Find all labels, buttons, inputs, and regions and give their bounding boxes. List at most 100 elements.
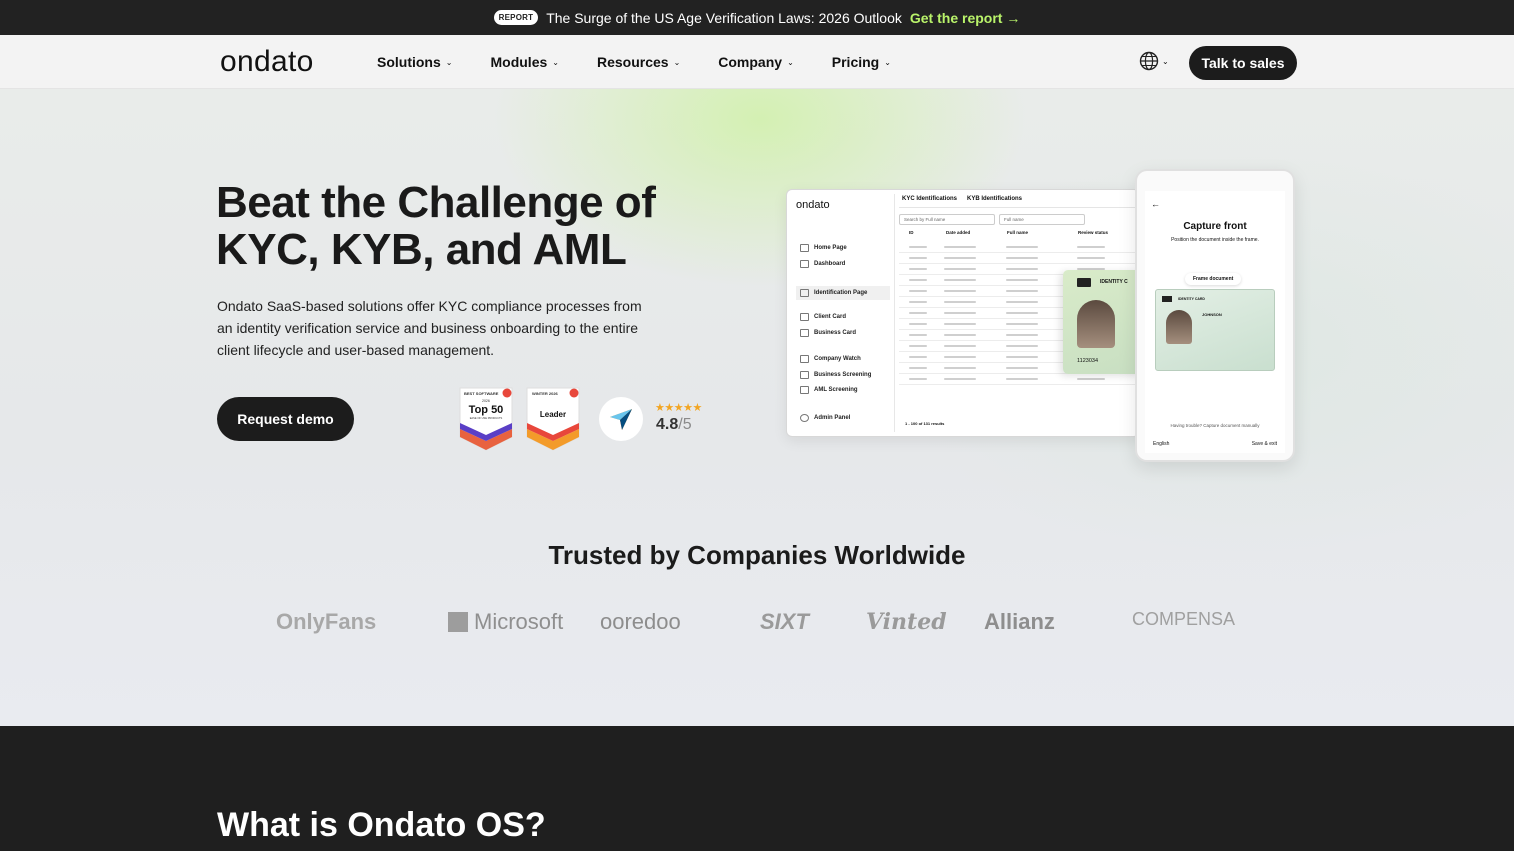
nav-item-modules[interactable]: Modules ⌄ [490, 54, 558, 70]
table-cell-placeholder [909, 257, 927, 259]
table-cell-placeholder [909, 345, 927, 347]
report-pill: REPORT [493, 10, 539, 25]
back-arrow-icon: ← [1151, 199, 1160, 209]
g2-leader-badge: WINTER 2026 Leader [526, 387, 580, 451]
request-demo-button[interactable]: Request demo [217, 397, 354, 441]
card-icon [800, 313, 809, 321]
nav-item-solutions[interactable]: Solutions ⌄ [377, 54, 452, 70]
dashboard-filters: Search by Full name Full name [899, 214, 1135, 225]
home-icon [800, 244, 809, 252]
hero-description: Ondato SaaS-based solutions offer KYC co… [217, 298, 642, 358]
announcement-text: The Surge of the US Age Verification Law… [546, 9, 902, 26]
dashboard-logo: ondato [796, 199, 830, 211]
chevron-down-icon: ⌄ [445, 57, 453, 67]
rating-logo [599, 397, 643, 441]
dashboard-tab: KYB Identifications [967, 196, 1023, 202]
logo-text: Microsoft [474, 609, 564, 634]
language-switch: English [1153, 441, 1170, 447]
table-cell-placeholder [909, 356, 927, 358]
chevron-down-icon: ⌄ [673, 57, 681, 67]
sidebar-item-label: Identification Page [814, 290, 868, 296]
table-cell-placeholder [944, 279, 976, 281]
table-row-divider [899, 252, 1135, 253]
nav-item-label: Resources [596, 54, 669, 70]
language-selector[interactable]: ⌄ [1139, 51, 1169, 71]
nav-item-resources[interactable]: Resources ⌄ [597, 54, 680, 70]
badge-caption: BEST SOFTWARE [464, 391, 499, 396]
microsoft-logo: Microsoft [448, 609, 563, 635]
table-cell-placeholder [1006, 268, 1038, 270]
badge-title: Leader [540, 410, 566, 419]
nav-item-pricing[interactable]: Pricing ⌄ [832, 54, 891, 70]
card-label: IDENTITY C [1100, 279, 1128, 285]
dashboard-columns: ID Date added Full name Review status [899, 230, 1135, 235]
table-cell-placeholder [909, 268, 927, 270]
sidebar-item-label: Home Page [814, 245, 847, 251]
table-cell-placeholder [909, 301, 927, 303]
dashboard-mockup: ondato Home Page Dashboard Identificatio… [786, 189, 1140, 437]
sidebar-item: Business Screening [800, 371, 871, 379]
capture-subtitle: Position the document inside the frame. [1171, 237, 1259, 243]
card-label: IDENTITY CARD [1178, 297, 1205, 301]
sidebar-item-label: Business Card [814, 330, 857, 336]
table-cell-placeholder [909, 378, 927, 380]
dashboard-icon [800, 260, 809, 268]
portrait-photo [1077, 300, 1115, 348]
table-cell-placeholder [1077, 378, 1105, 380]
column-header: ID [909, 230, 914, 235]
hero-section: Beat the Challenge of KYC, KYB, and AML … [0, 89, 1514, 726]
nav-item-label: Modules [490, 54, 548, 70]
hero-title: Beat the Challenge of KYC, KYB, and AML [216, 178, 656, 274]
announcement-bar: REPORT The Surge of the US Age Verificat… [0, 0, 1514, 35]
trusted-title: Trusted by Companies Worldwide [548, 540, 966, 570]
dashboard-footer: 1 - 100 of 131 results [905, 421, 945, 426]
client-logos: OnlyFans Microsoft ooredoo SIXT Vinted A… [0, 603, 1514, 639]
nav-item-label: Company [718, 54, 783, 70]
table-cell-placeholder [944, 246, 976, 248]
save-exit: Save & exit [1251, 441, 1277, 447]
sidebar-item-label: AML Screening [814, 387, 858, 393]
table-row-divider [899, 263, 1135, 264]
get-report-link[interactable]: Get the report → [910, 10, 1020, 26]
table-cell-placeholder [909, 367, 927, 369]
chevron-down-icon: ⌄ [884, 57, 891, 67]
table-cell-placeholder [1006, 345, 1038, 347]
rating-stars: ★★★★★ [655, 402, 702, 414]
table-cell-placeholder [909, 334, 927, 336]
sidebar-item: AML Screening [800, 386, 858, 394]
sidebar-item-label: Company Watch [814, 356, 861, 362]
card-icon [800, 329, 809, 337]
allianz-logo: Allianz [984, 609, 1055, 634]
screening-icon [800, 371, 809, 379]
table-cell-placeholder [944, 334, 976, 336]
table-cell-placeholder [944, 268, 976, 270]
sidebar-item-label: Admin Panel [814, 415, 851, 421]
table-row-divider [899, 384, 1135, 385]
talk-to-sales-button[interactable]: Talk to sales [1189, 46, 1297, 80]
table-cell-placeholder [1006, 257, 1038, 259]
table-cell-placeholder [909, 290, 927, 292]
main-nav: ondato Solutions ⌄ Modules ⌄ Resources ⌄ Co… [0, 35, 1514, 89]
card-name: JOHNSON [1202, 312, 1222, 317]
badge-year: 2026 [482, 399, 490, 403]
table-cell-placeholder [944, 356, 976, 358]
chevron-down-icon: ⌄ [1162, 56, 1169, 66]
card-number: 1123034 [1077, 358, 1099, 364]
table-cell-placeholder [1006, 356, 1038, 358]
nav-menu: Solutions ⌄ Modules ⌄ Resources ⌄ Company ⌄ … [377, 54, 929, 70]
dashboard-filter: Full name [999, 214, 1085, 225]
nav-item-company[interactable]: Company ⌄ [718, 54, 794, 70]
sidebar-item: Dashboard [800, 260, 845, 268]
table-cell-placeholder [944, 378, 976, 380]
sidebar-item-label: Business Screening [814, 372, 872, 378]
chip-icon [1077, 278, 1091, 287]
ondato-logo[interactable]: ondato [220, 45, 314, 79]
chip-icon [1162, 296, 1172, 302]
table-cell-placeholder [1006, 246, 1038, 248]
table-cell-placeholder [1006, 312, 1038, 314]
table-cell-placeholder [1006, 301, 1038, 303]
section-title: What is Ondato OS? [217, 806, 546, 844]
table-cell-placeholder [944, 312, 976, 314]
table-cell-placeholder [944, 323, 976, 325]
table-cell-placeholder [944, 290, 976, 292]
